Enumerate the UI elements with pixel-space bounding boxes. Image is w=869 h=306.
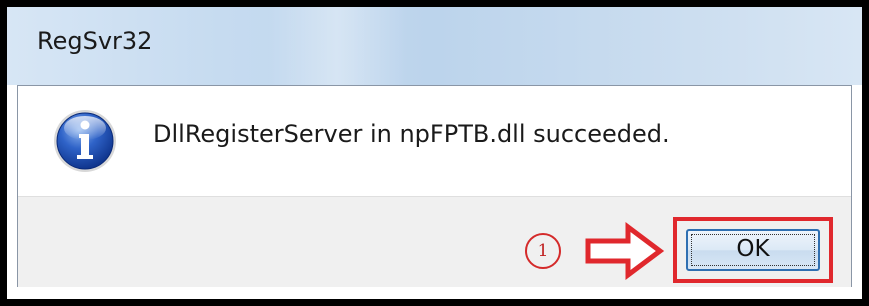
info-icon [54, 110, 116, 172]
ok-button-label: OK [736, 236, 770, 262]
dialog-footer: 1 OK [18, 196, 851, 287]
right-arrow-icon [585, 222, 665, 280]
dialog-window: DllRegisterServer in npFPTB.dll succeede… [17, 85, 852, 287]
dialog-titlebar[interactable]: RegSvr32 [7, 7, 862, 85]
step-marker: 1 [525, 233, 561, 269]
dialog-message: DllRegisterServer in npFPTB.dll succeede… [153, 120, 670, 148]
ok-button-highlight: OK [673, 217, 833, 283]
ok-button[interactable]: OK [686, 229, 820, 271]
dialog-title: RegSvr32 [37, 27, 153, 55]
dialog-content: DllRegisterServer in npFPTB.dll succeede… [18, 86, 851, 196]
